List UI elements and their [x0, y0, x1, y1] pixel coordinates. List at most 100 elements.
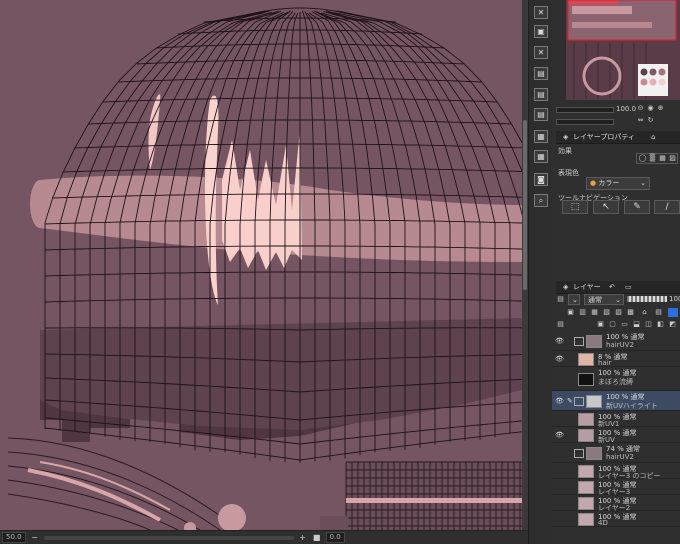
new-folder-icon[interactable]: ▭ [620, 320, 629, 329]
lock-icon[interactable]: ▥ [578, 308, 587, 317]
layer-row[interactable]: ·100 % 通常まぼろ流縛 [552, 367, 680, 391]
move-tool-icon[interactable]: ↖ [593, 200, 619, 214]
angle-readout[interactable]: 0.0 [325, 532, 345, 543]
lock-icon[interactable]: ▣ [566, 308, 575, 317]
zoom-readout[interactable]: 50.0 [2, 532, 26, 543]
layer-row[interactable]: 👁 8 % 通常 hair [552, 351, 680, 367]
camera-icon[interactable]: ◙ [534, 173, 548, 186]
color-swatch [649, 78, 657, 86]
lock-icon[interactable]: ▤ [654, 308, 663, 317]
merge-down-icon[interactable]: ⬓ [632, 320, 641, 329]
layer-toolbar-row-1: ▣ ▥ ▦ ▧ ▨ ▩ ⌂ ▤ [556, 307, 680, 318]
expression-color-label: 表現色 [558, 169, 579, 177]
panel-icon-strip: ✕ ▣ ✕ ▤ ▤ ▤ ▦ ▦ ◙ ⌕ [528, 0, 553, 544]
tab-layer-property[interactable]: レイヤープロパティ [570, 131, 638, 143]
layer-thumbnail [578, 352, 594, 366]
layer-thumbnail [578, 464, 594, 478]
color-effect-icon[interactable]: ▨ [668, 154, 677, 163]
layer-thumbnail [578, 512, 594, 526]
lock-icon[interactable]: ▦ [590, 308, 599, 317]
layer-name: 4D [598, 519, 608, 527]
brush-tool-icon[interactable]: ∕ [654, 200, 680, 214]
layer-menu-icon[interactable]: ▤ [556, 295, 565, 304]
zoom-slider[interactable] [43, 535, 294, 540]
opacity-slider[interactable] [627, 296, 667, 302]
border-effect-icon[interactable]: ◯ [638, 154, 647, 163]
layer-row[interactable]: ·100 % 通常レイヤー2 [552, 495, 680, 512]
mask-icon[interactable]: ◫ [644, 320, 653, 329]
delete-layer-icon[interactable]: ◧ [656, 320, 665, 329]
undo-history-icon[interactable]: ↶ [606, 281, 618, 293]
color-swatch [640, 68, 648, 76]
layer-row[interactable]: 👁 100 % 通常 hairUV2 [552, 331, 680, 351]
navigator-zoom-value: 100.0 [616, 105, 637, 113]
stop-icon[interactable]: ■ [312, 533, 322, 543]
scroll-thumb[interactable] [523, 120, 527, 290]
zoom-fit-icon[interactable]: ◉ [646, 104, 655, 113]
mask-select[interactable]: ⌄ [568, 294, 580, 305]
blend-mode-value: 通常 [588, 296, 602, 304]
folder-icon[interactable] [574, 336, 584, 346]
flip-icon[interactable]: ⇔ [636, 116, 645, 125]
layer-thumbnail [578, 412, 594, 426]
layer-row[interactable]: ·100 % 通常新UV1 [552, 411, 680, 428]
new-vector-layer-icon[interactable]: ▢ [608, 320, 617, 329]
sub-view-icon[interactable]: ▦ [534, 150, 548, 163]
edit-pen-icon: ✎ [567, 396, 573, 405]
tab-layer[interactable]: レイヤー [570, 281, 604, 293]
opacity-value: 100 [669, 295, 680, 303]
layer-list-icon[interactable]: ▤ [556, 320, 565, 329]
navigator-preview[interactable] [566, 0, 680, 100]
zoom-in-icon[interactable]: + [298, 533, 308, 543]
new-raster-layer-icon[interactable]: ▣ [596, 320, 605, 329]
layer-row[interactable]: 👁 100 % 通常 新UV [552, 427, 680, 444]
image-icon[interactable]: ▤ [534, 88, 548, 101]
layer-thumbnail [586, 394, 602, 408]
lock-icon[interactable]: ⌂ [640, 308, 649, 317]
tone-effect-icon[interactable]: ▒ [648, 154, 657, 163]
drawing-canvas[interactable] [0, 0, 522, 530]
layer-row[interactable]: 👁 ✎ 100 % 通常 新UVハイライト [552, 391, 680, 411]
select-tool-icon[interactable]: ⬚ [562, 200, 588, 214]
eye-icon[interactable]: 👁 [555, 337, 564, 345]
blend-mode-select[interactable]: 通常 ⌄ [584, 294, 624, 305]
layer-row[interactable]: ·100 % 通常レイヤー3 [552, 479, 680, 496]
lock-icon[interactable]: ▩ [626, 308, 635, 317]
navigator-zoom-slider[interactable] [556, 107, 614, 113]
navigator-thumbnail [566, 0, 680, 100]
tab-other-icon[interactable]: ▭ [622, 281, 635, 293]
eye-icon[interactable]: 👁 [555, 397, 564, 405]
navigator-rotate-slider[interactable] [556, 119, 614, 125]
sub-view-icon[interactable]: ▦ [534, 130, 548, 143]
navigator-icon[interactable]: ▣ [534, 25, 548, 38]
layer-color-icon[interactable] [668, 308, 678, 317]
image-icon[interactable]: ▤ [534, 108, 548, 121]
layer-toolbar-row-2: ▤ ▣ ▢ ▭ ⬓ ◫ ◧ ◩ [556, 319, 680, 330]
trash-icon[interactable]: ◩ [668, 320, 677, 329]
zoom-reset-icon[interactable]: ⊝ [636, 104, 645, 113]
pen-tool-icon[interactable]: ✎ [624, 200, 650, 214]
lock-icon[interactable]: ▧ [602, 308, 611, 317]
rotate-icon[interactable]: ↻ [646, 116, 655, 125]
expression-color-select[interactable]: ● カラー ⌄ [586, 177, 650, 190]
close-icon[interactable]: ✕ [534, 6, 548, 19]
layer-thumbnail [586, 334, 602, 348]
extract-effect-icon[interactable]: ▦ [658, 154, 667, 163]
folder-icon[interactable] [574, 448, 584, 458]
effect-buttons: ◯ ▒ ▦ ▨ [636, 153, 678, 164]
layer-row[interactable]: ·74 % 通常hairUV2 [552, 443, 680, 463]
folder-icon[interactable] [574, 396, 584, 406]
lock-icon[interactable]: ▨ [614, 308, 623, 317]
eye-icon[interactable]: 👁 [555, 355, 564, 363]
zoom-in-icon[interactable]: ⊕ [656, 104, 665, 113]
layer-row[interactable]: ·100 % 通常レイヤー3 のコピー [552, 463, 680, 480]
zoom-out-icon[interactable]: − [30, 533, 40, 543]
layer-search-icon[interactable]: ⌕ [534, 194, 548, 207]
tab-other-icon[interactable]: ⌂ [648, 131, 658, 143]
close-icon[interactable]: ✕ [534, 46, 548, 59]
eye-icon[interactable]: 👁 [555, 431, 564, 439]
layer-thumbnail [578, 496, 594, 510]
layer-thumbnail [578, 372, 594, 386]
image-icon[interactable]: ▤ [534, 67, 548, 80]
layer-row[interactable]: ·100 % 通常4D [552, 511, 680, 527]
